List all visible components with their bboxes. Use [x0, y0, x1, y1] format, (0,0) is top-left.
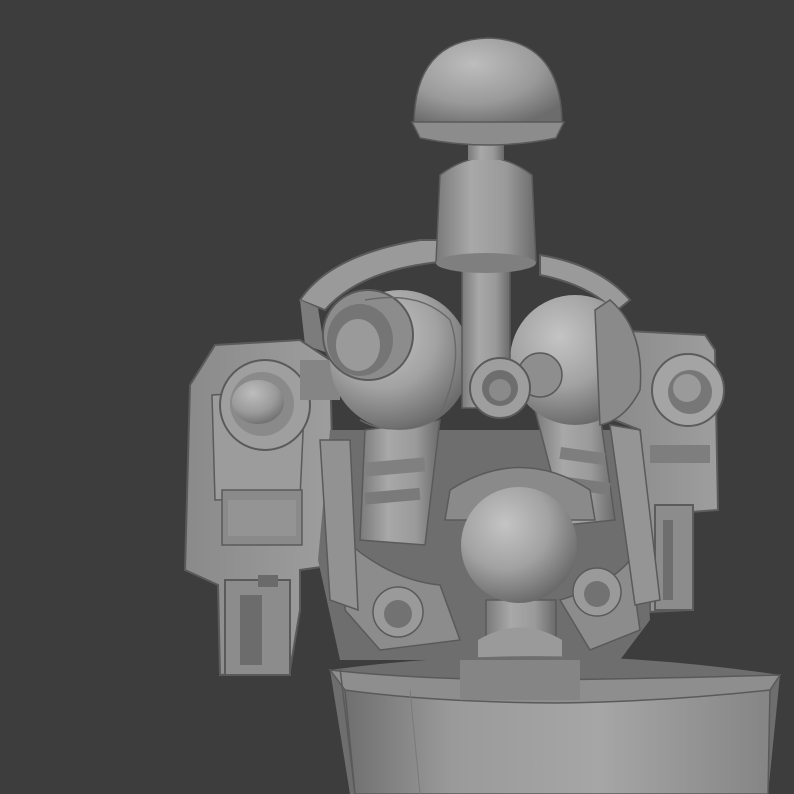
head-dome — [410, 37, 566, 146]
left-piston — [359, 419, 441, 546]
left-shoulder-ball — [322, 289, 470, 430]
right-shoulder-ball — [510, 295, 642, 426]
rendered-model — [183, 37, 782, 794]
base-cup — [328, 656, 782, 794]
3d-viewport[interactable] — [0, 0, 794, 794]
left-bracket — [183, 338, 340, 677]
